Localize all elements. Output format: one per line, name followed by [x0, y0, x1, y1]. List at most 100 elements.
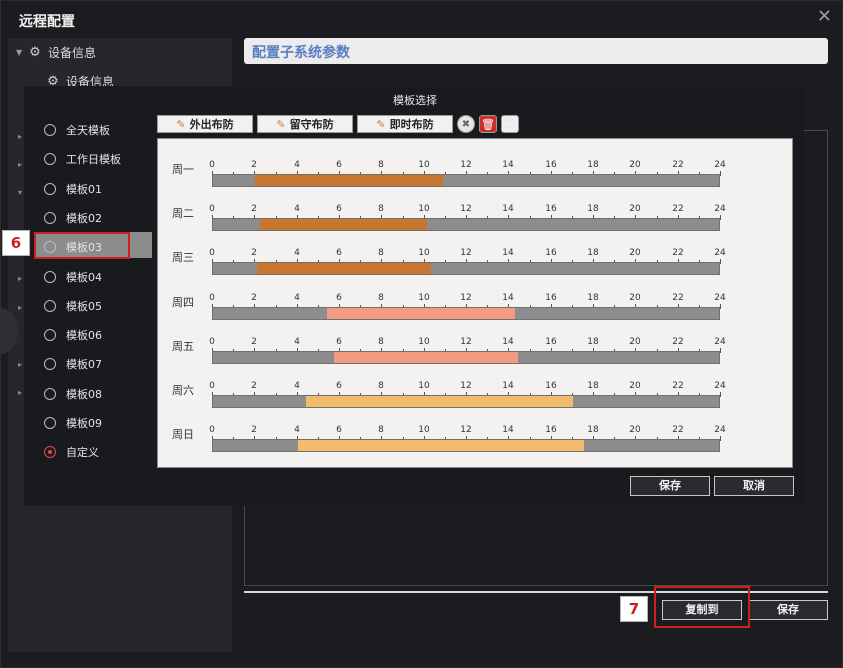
axis-tick-label: 8	[378, 293, 384, 303]
save-button[interactable]: 保存	[748, 600, 828, 620]
arm-stay-label: 留守布防	[289, 118, 334, 131]
collapsed-arrow-icon[interactable]: ▸	[18, 360, 22, 369]
template-option-label: 模板05	[66, 300, 102, 313]
axis-tick-label: 24	[714, 293, 726, 303]
axis-tick-label: 12	[460, 160, 472, 170]
template-option[interactable]: 模板05	[44, 298, 102, 314]
dialog-cancel-button[interactable]: 取消	[714, 476, 794, 496]
axis-tick-label: 16	[545, 337, 557, 347]
axis-tick-label: 24	[714, 425, 726, 435]
expanded-arrow-icon[interactable]: ▾	[18, 188, 22, 197]
armed-time-segment[interactable]	[306, 396, 573, 407]
template-option[interactable]: 模板01	[44, 181, 102, 197]
armed-time-segment[interactable]	[298, 440, 584, 451]
radio-button[interactable]	[44, 300, 56, 312]
radio-button[interactable]	[44, 417, 56, 429]
expand-arrow-icon[interactable]: ▼	[16, 48, 28, 57]
axis-tick-label: 20	[629, 160, 641, 170]
axis-tick-label: 18	[587, 381, 599, 391]
template-option-label: 模板04	[66, 271, 102, 284]
template-option[interactable]: 工作日模板	[44, 151, 121, 167]
axis-tick-label: 10	[418, 337, 430, 347]
axis-tick-label: 2	[251, 204, 257, 214]
template-option-label: 模板06	[66, 329, 102, 342]
radio-button[interactable]	[44, 388, 56, 400]
day-schedule-track[interactable]	[212, 218, 720, 231]
template-option[interactable]: 模板04	[44, 269, 102, 285]
axis-tick-label: 4	[294, 337, 300, 347]
tree-item-label: 设备信息	[48, 46, 97, 60]
axis-tick-label: 8	[378, 425, 384, 435]
pencil-icon: ✎	[276, 117, 286, 131]
axis-tick-label: 18	[587, 160, 599, 170]
day-label: 周三	[172, 251, 194, 264]
template-option[interactable]: 模板02	[44, 210, 102, 226]
axis-tick-label: 14	[502, 425, 514, 435]
arm-away-button[interactable]: ✎ 外出布防	[157, 115, 253, 133]
armed-time-segment[interactable]	[260, 219, 427, 230]
armed-time-segment[interactable]	[327, 308, 515, 319]
axis-tick-label: 16	[545, 204, 557, 214]
copy-icon[interactable]: ❐	[501, 115, 519, 133]
axis-tick	[720, 348, 721, 353]
day-schedule-track[interactable]	[212, 439, 720, 452]
axis-tick-label: 22	[672, 248, 684, 258]
arm-stay-button[interactable]: ✎ 留守布防	[257, 115, 353, 133]
collapsed-arrow-icon[interactable]: ▸	[18, 160, 22, 169]
radio-button[interactable]	[44, 212, 56, 224]
armed-time-segment[interactable]	[257, 263, 431, 274]
day-schedule-track[interactable]	[212, 351, 720, 364]
axis-tick-label: 14	[502, 248, 514, 258]
axis-tick-label: 2	[251, 293, 257, 303]
axis-tick-label: 12	[460, 337, 472, 347]
armed-time-segment[interactable]	[334, 352, 518, 363]
arm-instant-button[interactable]: ✎ 即时布防	[357, 115, 453, 133]
radio-button[interactable]	[44, 183, 56, 195]
template-option-label: 模板07	[66, 358, 102, 371]
template-option[interactable]: 模板09	[44, 415, 102, 431]
axis-tick-label: 16	[545, 293, 557, 303]
trash-icon[interactable]: 🗑	[479, 115, 497, 133]
axis-tick-label: 12	[460, 293, 472, 303]
day-schedule-track[interactable]	[212, 395, 720, 408]
axis-tick	[720, 392, 721, 397]
radio-button[interactable]	[44, 446, 56, 458]
close-icon[interactable]: ✕	[817, 8, 832, 26]
collapsed-arrow-icon[interactable]: ▸	[18, 132, 22, 141]
axis-tick	[720, 436, 721, 441]
axis-tick-label: 16	[545, 248, 557, 258]
armed-time-segment[interactable]	[255, 175, 443, 186]
axis-tick-label: 6	[336, 160, 342, 170]
dialog-save-button[interactable]: 保存	[630, 476, 710, 496]
axis-tick-label: 10	[418, 425, 430, 435]
day-label: 周一	[172, 163, 194, 176]
axis-tick-label: 8	[378, 204, 384, 214]
template-option[interactable]: 模板06	[44, 327, 102, 343]
axis-tick-label: 22	[672, 381, 684, 391]
template-option[interactable]: 模板07	[44, 356, 102, 372]
axis-tick-label: 4	[294, 293, 300, 303]
axis-tick-label: 8	[378, 337, 384, 347]
axis-tick-label: 0	[209, 381, 215, 391]
collapsed-arrow-icon[interactable]: ▸	[18, 274, 22, 283]
day-schedule-track[interactable]	[212, 174, 720, 187]
template-option[interactable]: 自定义	[44, 444, 99, 460]
collapsed-arrow-icon[interactable]: ▸	[18, 388, 22, 397]
radio-button[interactable]	[44, 271, 56, 283]
tree-item-device-info[interactable]: ▼ ⚙ 设备信息	[16, 44, 96, 61]
template-option[interactable]: 模板08	[44, 386, 102, 402]
axis-tick-label: 4	[294, 381, 300, 391]
template-option[interactable]: 全天模板	[44, 122, 110, 138]
radio-button[interactable]	[44, 124, 56, 136]
axis-tick-label: 2	[251, 337, 257, 347]
day-schedule-track[interactable]	[212, 307, 720, 320]
axis-tick-label: 0	[209, 248, 215, 258]
radio-button[interactable]	[44, 329, 56, 341]
axis-tick-label: 20	[629, 293, 641, 303]
collapsed-arrow-icon[interactable]: ▸	[18, 303, 22, 312]
radio-button[interactable]	[44, 153, 56, 165]
subsystem-title-bar: 配置子系统参数	[244, 38, 828, 64]
day-schedule-track[interactable]	[212, 262, 720, 275]
delete-icon[interactable]: ✖	[457, 115, 475, 133]
radio-button[interactable]	[44, 358, 56, 370]
